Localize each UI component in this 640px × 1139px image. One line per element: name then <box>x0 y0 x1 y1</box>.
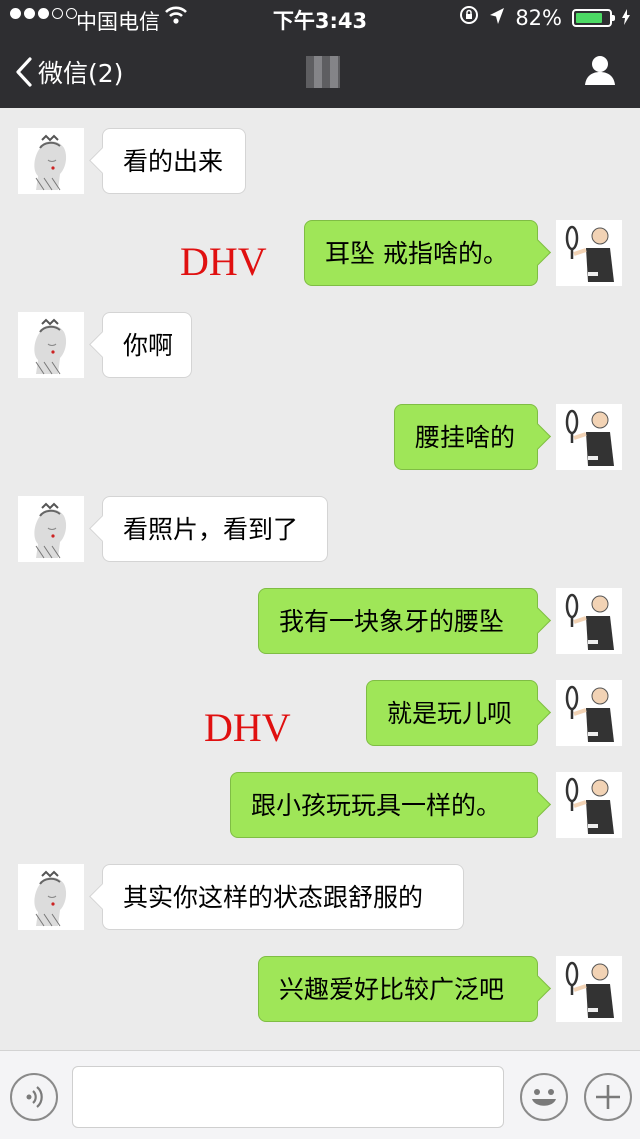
message-bubble-outgoing[interactable]: 就是玩儿呗 <box>366 680 538 746</box>
avatar-contact[interactable] <box>18 864 84 930</box>
message-text: 腰挂啥的 <box>415 423 516 452</box>
back-label: 微信(2) <box>38 59 124 88</box>
back-button[interactable]: 微信(2) <box>16 54 123 90</box>
profile-icon <box>585 56 615 85</box>
voice-icon <box>26 1086 43 1108</box>
avatar-self[interactable] <box>556 680 622 746</box>
nav-bar: 微信(2) <box>0 36 640 108</box>
emoji-button[interactable] <box>520 1073 568 1121</box>
message-bubble-outgoing[interactable]: 腰挂啥的 <box>394 404 538 470</box>
chat-title-pixelated <box>306 56 340 88</box>
avatar-self[interactable] <box>556 220 622 286</box>
avatar-self[interactable] <box>556 956 622 1022</box>
avatar-self[interactable] <box>556 404 622 470</box>
location-arrow-icon <box>489 6 505 30</box>
voice-button[interactable] <box>10 1073 58 1121</box>
message-bubble-outgoing[interactable]: 我有一块象牙的腰坠 <box>258 588 538 654</box>
avatar-contact[interactable] <box>18 312 84 378</box>
lock-rotation-icon <box>459 5 479 30</box>
battery-icon <box>572 8 615 27</box>
status-right: 82% <box>459 5 630 30</box>
avatar-contact[interactable] <box>18 496 84 562</box>
message-text: 耳坠 戒指啥的。 <box>325 239 508 268</box>
message-bubble-incoming[interactable]: 看的出来 <box>102 128 246 194</box>
message-text: 看照片，看到了 <box>123 515 299 544</box>
message-input[interactable] <box>72 1066 504 1128</box>
message-text: 兴趣爱好比较广泛吧 <box>279 975 505 1004</box>
message-bubble-outgoing[interactable]: 耳坠 戒指啥的。 <box>304 220 538 286</box>
message-text: 我有一块象牙的腰坠 <box>279 607 505 636</box>
message-bubble-outgoing[interactable]: 跟小孩玩玩具一样的。 <box>230 772 538 838</box>
emoji-icon <box>532 1089 556 1106</box>
profile-button[interactable] <box>584 54 616 90</box>
input-bar <box>0 1050 640 1139</box>
message-text: 跟小孩玩玩具一样的。 <box>251 791 502 820</box>
avatar-self[interactable] <box>556 588 622 654</box>
status-bar: 中国电信 下午3:43 82% <box>0 0 640 36</box>
charging-icon <box>622 6 630 30</box>
more-button[interactable] <box>584 1073 632 1121</box>
message-text: 就是玩儿呗 <box>387 699 513 728</box>
message-text: 你啊 <box>123 331 174 360</box>
avatar-self[interactable] <box>556 772 622 838</box>
message-bubble-incoming[interactable]: 其实你这样的状态跟舒服的 <box>102 864 464 930</box>
dhv-watermark: DHV <box>180 239 267 284</box>
message-bubble-incoming[interactable]: 你啊 <box>102 312 192 378</box>
plus-icon <box>596 1085 620 1109</box>
dhv-watermark: DHV <box>204 705 291 750</box>
message-text: 其实你这样的状态跟舒服的 <box>123 883 424 912</box>
message-text: 看的出来 <box>123 147 224 176</box>
top-bar: 中国电信 下午3:43 82% 微信(2) <box>0 0 640 108</box>
back-chevron-icon <box>16 57 32 87</box>
battery-percent: 82% <box>515 5 562 30</box>
message-bubble-outgoing[interactable]: 兴趣爱好比较广泛吧 <box>258 956 538 1022</box>
avatar-contact[interactable] <box>18 128 84 194</box>
message-bubble-incoming[interactable]: 看照片，看到了 <box>102 496 328 562</box>
